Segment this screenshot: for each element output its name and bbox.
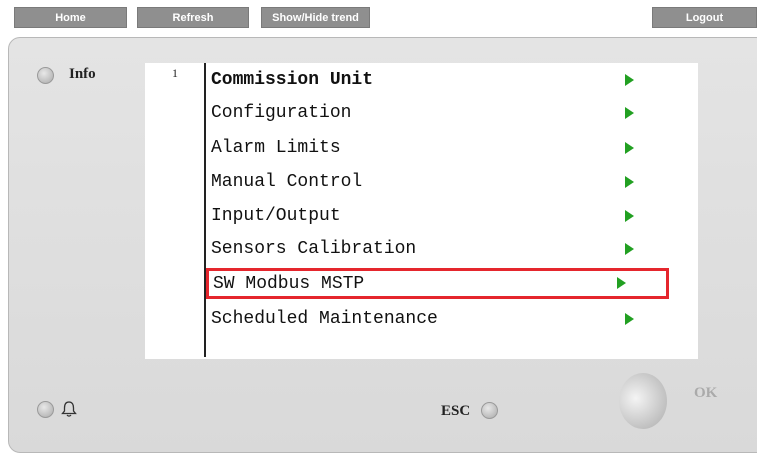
chevron-right-icon bbox=[625, 176, 634, 188]
logout-button[interactable]: Logout bbox=[652, 7, 757, 28]
alarm-led[interactable] bbox=[37, 401, 54, 418]
ok-knob[interactable] bbox=[619, 373, 667, 429]
refresh-button[interactable]: Refresh bbox=[137, 7, 249, 28]
menu-item-label: Manual Control bbox=[211, 172, 363, 192]
info-led[interactable] bbox=[37, 67, 54, 84]
chevron-right-icon bbox=[625, 107, 634, 119]
chevron-right-icon bbox=[625, 74, 634, 86]
chevron-right-icon bbox=[625, 243, 634, 255]
menu-item-sensors-calibration[interactable]: Sensors Calibration bbox=[207, 234, 677, 264]
menu-item-alarm-limits[interactable]: Alarm Limits bbox=[207, 133, 677, 163]
chevron-right-icon bbox=[617, 277, 626, 289]
chevron-right-icon bbox=[625, 210, 634, 222]
menu-item-configuration[interactable]: Configuration bbox=[207, 98, 677, 128]
menu-item-label: Scheduled Maintenance bbox=[211, 309, 438, 329]
chevron-right-icon bbox=[625, 142, 634, 154]
esc-button[interactable] bbox=[481, 402, 498, 419]
info-label: Info bbox=[69, 66, 96, 82]
menu-item-label: Sensors Calibration bbox=[211, 239, 417, 259]
esc-label: ESC bbox=[441, 403, 471, 419]
menu-item-label: Commission Unit bbox=[211, 70, 374, 90]
display-divider bbox=[204, 63, 206, 357]
chevron-right-icon bbox=[625, 313, 634, 325]
menu-item-label: Alarm Limits bbox=[211, 138, 341, 158]
home-button[interactable]: Home bbox=[14, 7, 127, 28]
show-hide-trend-button[interactable]: Show/Hide trend bbox=[261, 7, 370, 28]
menu-item-label: Input/Output bbox=[211, 206, 341, 226]
menu-item-sw-modbus-mstp[interactable]: SW Modbus MSTP bbox=[206, 268, 669, 299]
bell-icon[interactable] bbox=[60, 400, 78, 418]
page-number: 1 bbox=[172, 66, 178, 80]
menu-item-commission-unit[interactable]: Commission Unit bbox=[207, 65, 677, 95]
menu-item-label: Configuration bbox=[211, 103, 352, 123]
menu-item-scheduled-maintenance[interactable]: Scheduled Maintenance bbox=[207, 304, 677, 334]
menu-item-manual-control[interactable]: Manual Control bbox=[207, 167, 677, 197]
menu-item-label: SW Modbus MSTP bbox=[213, 273, 365, 294]
ok-label: OK bbox=[694, 385, 718, 401]
menu-item-input-output[interactable]: Input/Output bbox=[207, 201, 677, 231]
display-screen: 1 Commission Unit Configuration Alarm Li… bbox=[145, 63, 698, 359]
